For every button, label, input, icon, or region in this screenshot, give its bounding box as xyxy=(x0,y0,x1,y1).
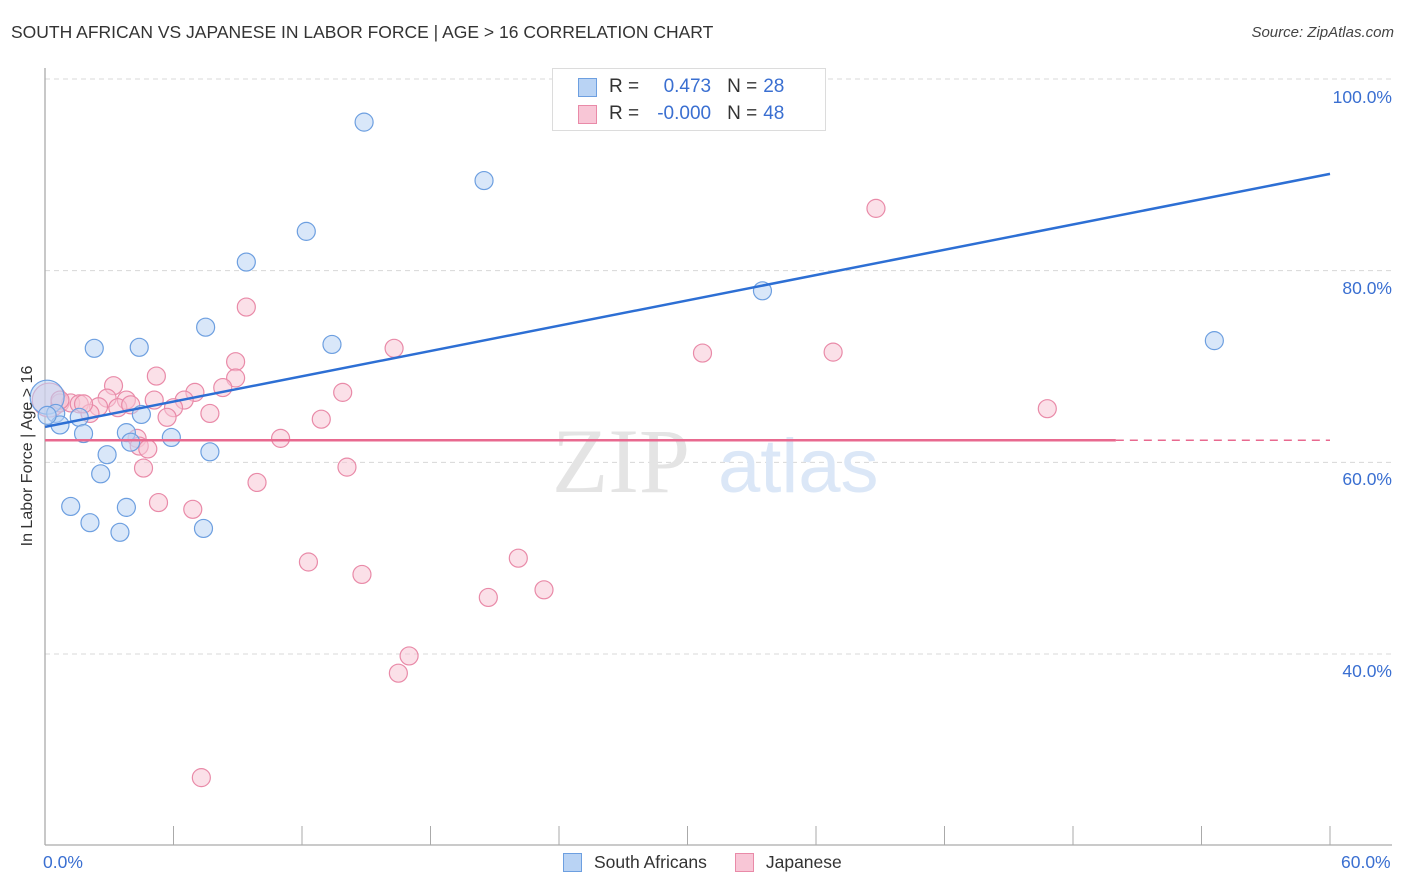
y-tick-label: 100.0% xyxy=(1332,87,1392,107)
south-africans-point xyxy=(200,442,220,462)
japanese-point xyxy=(866,198,886,218)
r-value: 0.473 xyxy=(663,76,712,97)
correlation-legend: R = 0.473 N = 28 R = -0.000 N = 48 xyxy=(552,68,826,131)
south-africans-point xyxy=(84,338,104,358)
watermark: ZIP atlas xyxy=(552,410,879,512)
scatter-plot: ZIP atlas xyxy=(29,68,1392,846)
south-africans-point xyxy=(193,518,214,539)
japanese-point xyxy=(236,297,256,317)
south-africans-point xyxy=(61,496,81,517)
japanese-point xyxy=(226,352,246,372)
japanese-point xyxy=(138,439,158,459)
south-africans-point xyxy=(69,407,89,427)
x-tick-label: 0.0% xyxy=(43,852,83,872)
legend-row-south-africans: R = 0.473 N = 28 xyxy=(578,75,784,99)
blue-swatch-icon xyxy=(563,853,582,872)
y-tick-label: 80.0% xyxy=(1342,278,1392,298)
y-tick-label: 60.0% xyxy=(1342,469,1392,489)
south-africans-point xyxy=(37,405,57,425)
watermark-atlas: atlas xyxy=(718,424,879,509)
r-value: -0.000 xyxy=(657,103,712,124)
series-legend: South Africans Japanese xyxy=(563,852,870,873)
south-africans-point xyxy=(110,522,130,542)
japanese-point xyxy=(692,343,713,363)
japanese-point xyxy=(157,407,177,427)
south-africans-point xyxy=(322,334,342,355)
japanese-point xyxy=(133,458,154,478)
legend-label: South Africans xyxy=(594,852,707,872)
japanese-point xyxy=(146,366,166,386)
south-africans-point xyxy=(91,464,111,484)
n-value: 48 xyxy=(763,103,785,124)
n-value: 28 xyxy=(763,76,785,97)
legend-label: Japanese xyxy=(765,852,842,872)
south-africans-point xyxy=(296,221,316,241)
y-tick-label: 40.0% xyxy=(1342,661,1392,681)
south-africans-point xyxy=(236,252,256,272)
japanese-point xyxy=(148,492,169,513)
japanese-point xyxy=(311,409,331,429)
south-africans-point xyxy=(354,112,374,132)
grid-layer xyxy=(45,78,1392,655)
south-africans-point xyxy=(161,427,181,448)
japanese-point xyxy=(534,580,554,600)
japanese-point xyxy=(352,564,372,585)
japanese-point xyxy=(183,499,203,519)
south-africans-point xyxy=(116,497,136,517)
n-label: N = xyxy=(727,103,758,124)
legend-row-japanese: R = -0.000 N = 48 xyxy=(578,102,784,126)
japanese-point xyxy=(384,338,404,358)
legend-item-japanese[interactable]: Japanese xyxy=(734,852,842,873)
japanese-point xyxy=(191,768,211,788)
south-africans-point xyxy=(80,513,100,533)
south-africans-point xyxy=(474,170,494,191)
pink-swatch-icon xyxy=(578,104,597,124)
y-axis-label: In Labor Force | Age > 16 xyxy=(19,365,36,547)
japanese-point xyxy=(337,457,357,477)
south-africans-trend-line xyxy=(44,172,1331,429)
japanese-point xyxy=(1037,399,1057,419)
south-africans-point xyxy=(1204,331,1224,351)
pink-swatch-icon xyxy=(734,853,754,872)
r-label: R = xyxy=(609,103,640,124)
watermark-zip: ZIP xyxy=(552,410,690,512)
japanese-point xyxy=(333,382,353,402)
japanese-point xyxy=(508,548,528,568)
blue-swatch-icon xyxy=(578,77,597,97)
japanese-point xyxy=(270,428,291,448)
south-africans-point xyxy=(129,337,149,357)
south-africans-point xyxy=(196,317,216,337)
japanese-point xyxy=(478,587,498,608)
legend-item-south-africans[interactable]: South Africans xyxy=(563,852,707,873)
n-label: N = xyxy=(727,76,758,97)
japanese-point xyxy=(247,472,267,493)
x-tick-label: 60.0% xyxy=(1341,852,1391,872)
south-africans-point xyxy=(97,445,117,465)
r-label: R = xyxy=(609,76,640,97)
japanese-point xyxy=(298,552,319,572)
japanese-point xyxy=(823,342,843,362)
japanese-point xyxy=(388,663,408,683)
japanese-point xyxy=(399,646,419,666)
south-africans-point xyxy=(121,432,141,452)
japanese-point xyxy=(200,403,220,424)
